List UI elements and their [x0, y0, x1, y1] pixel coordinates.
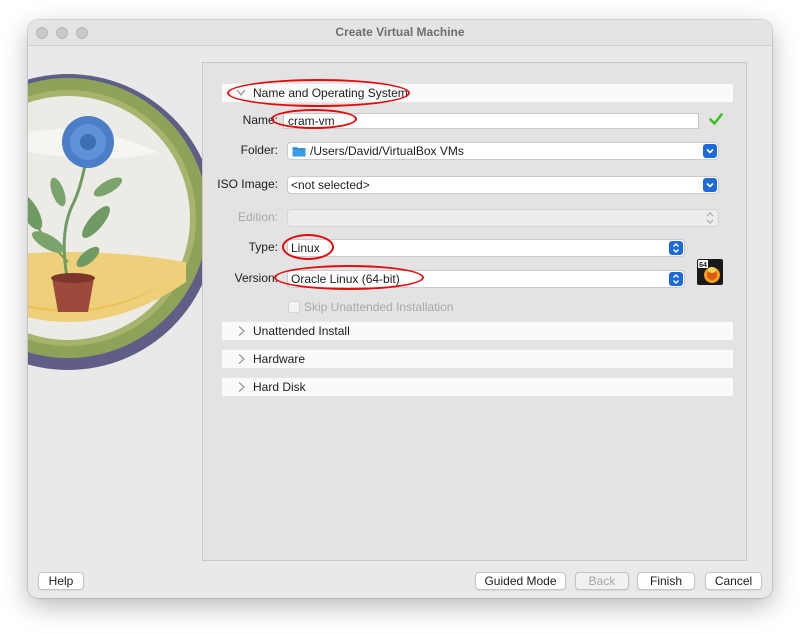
folder-icon [292, 147, 306, 157]
section-hard-disk-label: Hard Disk [253, 380, 306, 394]
name-value: cram-vm [288, 114, 335, 128]
chevron-right-icon [238, 326, 245, 336]
iso-dropdown-arrow [703, 178, 717, 192]
section-unattended-label: Unattended Install [253, 324, 350, 338]
folder-label: Folder: [240, 143, 278, 157]
valid-checkmark-icon [709, 113, 723, 125]
iso-image-select[interactable]: <not selected> [287, 176, 719, 194]
name-label: Name: [242, 113, 278, 127]
version-value: Oracle Linux (64-bit) [291, 272, 400, 286]
title-bar: Create Virtual Machine [28, 20, 772, 46]
version-label: Version: [234, 271, 278, 285]
section-hard-disk-header[interactable]: Hard Disk [222, 377, 733, 397]
guided-mode-button[interactable]: Guided Mode [475, 572, 566, 590]
edition-select[interactable] [287, 209, 719, 227]
section-hardware-header[interactable]: Hardware [222, 349, 733, 369]
chevron-down-icon [706, 182, 714, 188]
version-select[interactable]: Oracle Linux (64-bit) [287, 270, 685, 288]
chevron-right-icon [238, 382, 245, 392]
edition-label: Edition: [237, 210, 278, 224]
type-label: Type: [248, 240, 278, 254]
section-unattended-header[interactable]: Unattended Install [222, 321, 733, 341]
folder-select[interactable]: /Users/David/VirtualBox VMs [287, 142, 719, 160]
section-name-os-header[interactable]: Name and Operating System [222, 83, 733, 103]
os-badge-text: 64 [699, 262, 707, 269]
name-input[interactable]: cram-vm [283, 113, 699, 129]
folder-value: /Users/David/VirtualBox VMs [310, 144, 464, 158]
up-down-arrows-icon [673, 274, 679, 284]
chevron-down-icon [706, 148, 714, 154]
up-down-arrows-icon [673, 243, 679, 253]
os-type-icon: 64 [697, 259, 723, 285]
type-select[interactable]: Linux [287, 239, 685, 257]
back-button[interactable]: Back [575, 572, 629, 590]
wizard-panel: Name and Operating System Name: cram-vm … [202, 62, 747, 561]
type-dropdown-arrow [669, 241, 683, 255]
finish-button[interactable]: Finish [637, 572, 695, 590]
help-button[interactable]: Help [38, 572, 84, 590]
chevron-right-icon [238, 354, 245, 364]
section-name-os-label: Name and Operating System [253, 86, 408, 100]
chevron-down-icon [236, 89, 246, 97]
type-value: Linux [291, 241, 320, 255]
plant-illustration [28, 74, 216, 370]
version-dropdown-arrow [669, 272, 683, 286]
window-title: Create Virtual Machine [335, 25, 465, 39]
linux-tux-icon: 64 [697, 259, 723, 285]
section-hardware-label: Hardware [253, 352, 306, 366]
iso-image-label: ISO Image: [217, 177, 278, 191]
create-vm-window: Create Virtual Machine Name and Operatin… [28, 20, 772, 598]
up-down-arrows-icon [706, 212, 714, 224]
skip-unattended-checkbox[interactable] [288, 301, 300, 313]
cancel-button[interactable]: Cancel [705, 572, 762, 590]
iso-image-value: <not selected> [291, 178, 370, 192]
folder-dropdown-arrow [703, 144, 717, 158]
skip-unattended-label: Skip Unattended Installation [304, 300, 454, 314]
